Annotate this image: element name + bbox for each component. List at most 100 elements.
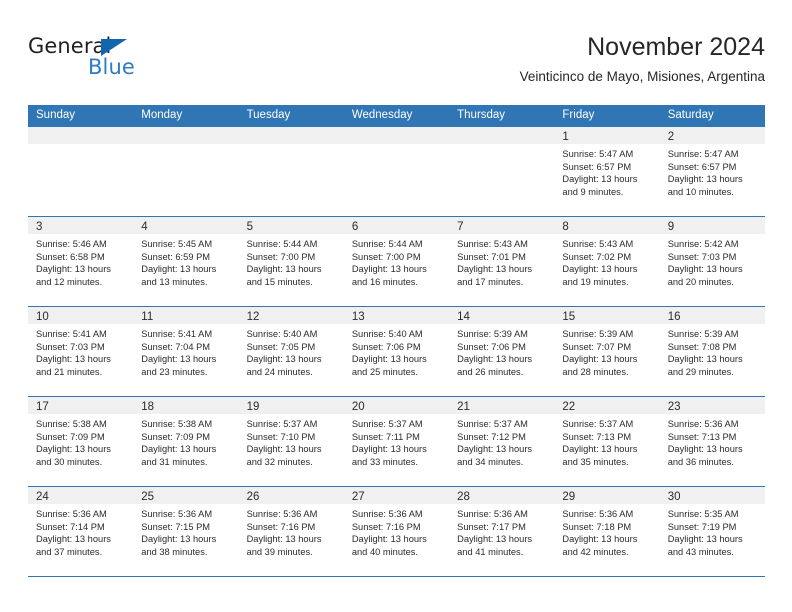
- calendar-day-cell[interactable]: 10 Sunrise: 5:41 AM Sunset: 7:03 PM Dayligh…: [28, 307, 134, 396]
- day-sun-info: Sunrise: 5:47 AM Sunset: 6:57 PM Daylight:…: [660, 144, 765, 198]
- page-header: General Blue November 2024 Veinticinco d…: [28, 30, 765, 98]
- sunset-text: Sunset: 6:59 PM: [141, 251, 211, 262]
- weekday-header-friday: Friday: [562, 109, 595, 121]
- calendar-day-cell[interactable]: 28 Sunrise: 5:36 AM Sunset: 7:17 PM Dayligh…: [449, 487, 555, 576]
- day-number: 11: [141, 311, 154, 323]
- day-number-band: 1: [554, 127, 660, 144]
- calendar-day-cell[interactable]: 7 Sunrise: 5:43 AM Sunset: 7:01 PM Daylight…: [449, 217, 555, 306]
- day-number-band: 9: [659, 217, 765, 234]
- calendar-day-cell[interactable]: 6 Sunrise: 5:44 AM Sunset: 7:00 PM Daylight…: [343, 217, 450, 306]
- calendar-day-cell[interactable]: 30 Sunrise: 5:35 AM Sunset: 7:19 PM Dayligh…: [659, 487, 765, 576]
- calendar-day-cell[interactable]: 24 Sunrise: 5:36 AM Sunset: 7:14 PM Dayligh…: [28, 487, 134, 576]
- sunrise-text: Sunrise: 5:43 AM: [562, 239, 634, 249]
- day-number-band: 27: [343, 487, 450, 504]
- calendar-day-cell-empty: [28, 127, 134, 216]
- daylight-text: Daylight: 13 hours and 34 minutes.: [457, 444, 533, 467]
- day-sun-info: Sunrise: 5:47 AM Sunset: 6:57 PM Daylight:…: [554, 144, 659, 198]
- daylight-text: Daylight: 13 hours and 15 minutes.: [246, 264, 322, 287]
- calendar-day-cell[interactable]: 16 Sunrise: 5:39 AM Sunset: 7:08 PM Dayligh…: [659, 307, 765, 396]
- day-number-band: 6: [343, 217, 450, 234]
- calendar-day-cell[interactable]: 27 Sunrise: 5:36 AM Sunset: 7:16 PM Dayligh…: [343, 487, 450, 576]
- calendar-week-row: 17 Sunrise: 5:38 AM Sunset: 7:09 PM Dayligh…: [28, 396, 765, 486]
- day-number-band: 30: [659, 487, 765, 504]
- day-number: 21: [457, 401, 470, 413]
- daylight-text: Daylight: 13 hours and 26 minutes.: [457, 354, 533, 377]
- calendar-day-cell[interactable]: 1 Sunrise: 5:47 AM Sunset: 6:57 PM Daylight…: [554, 127, 660, 216]
- day-sun-info: Sunrise: 5:39 AM Sunset: 7:08 PM Daylight:…: [660, 324, 765, 378]
- sunrise-text: Sunrise: 5:36 AM: [246, 509, 318, 519]
- calendar-day-cell[interactable]: 18 Sunrise: 5:38 AM Sunset: 7:09 PM Dayligh…: [133, 397, 239, 486]
- day-number-band: 11: [133, 307, 239, 324]
- calendar-day-cell[interactable]: 29 Sunrise: 5:36 AM Sunset: 7:18 PM Dayligh…: [554, 487, 660, 576]
- calendar-day-cell[interactable]: 26 Sunrise: 5:36 AM Sunset: 7:16 PM Dayligh…: [238, 487, 344, 576]
- day-number-band: [449, 127, 555, 144]
- calendar-day-cell[interactable]: 9 Sunrise: 5:42 AM Sunset: 7:03 PM Daylight…: [659, 217, 765, 306]
- sunset-text: Sunset: 6:57 PM: [667, 161, 737, 172]
- calendar-day-cell[interactable]: 8 Sunrise: 5:43 AM Sunset: 7:02 PM Daylight…: [554, 217, 660, 306]
- day-number: 1: [562, 131, 569, 143]
- day-number: 20: [351, 401, 365, 413]
- calendar-day-cell[interactable]: 4 Sunrise: 5:45 AM Sunset: 6:59 PM Daylight…: [133, 217, 239, 306]
- calendar-day-cell[interactable]: 2 Sunrise: 5:47 AM Sunset: 6:57 PM Daylight…: [659, 127, 765, 216]
- calendar-grid: Sunday Monday Tuesday Wednesday Thursday…: [28, 105, 765, 577]
- calendar-day-cell[interactable]: 3 Sunrise: 5:46 AM Sunset: 6:58 PM Daylight…: [28, 217, 134, 306]
- day-number-band: 7: [449, 217, 555, 234]
- day-number: 4: [141, 221, 148, 233]
- day-sun-info: Sunrise: 5:42 AM Sunset: 7:03 PM Daylight:…: [660, 234, 765, 288]
- weekday-header-saturday: Saturday: [667, 109, 714, 121]
- day-number-band: 23: [659, 397, 765, 414]
- sunrise-text: Sunrise: 5:47 AM: [562, 149, 634, 159]
- day-number-band: 14: [449, 307, 555, 324]
- sunrise-text: Sunrise: 5:39 AM: [562, 329, 634, 339]
- day-number-band: 29: [554, 487, 660, 504]
- day-number-band: 3: [28, 217, 134, 234]
- page-subtitle: Veinticinco de Mayo, Misiones, Argentina: [519, 69, 765, 84]
- day-sun-info: Sunrise: 5:44 AM Sunset: 7:00 PM Daylight:…: [239, 234, 344, 288]
- day-number: 27: [351, 491, 365, 503]
- calendar-day-cell[interactable]: 12 Sunrise: 5:40 AM Sunset: 7:05 PM Dayligh…: [238, 307, 344, 396]
- weekday-header-row: Sunday Monday Tuesday Wednesday Thursday…: [28, 105, 765, 126]
- day-sun-info: Sunrise: 5:36 AM Sunset: 7:14 PM Daylight:…: [28, 504, 133, 558]
- calendar-day-cell[interactable]: 17 Sunrise: 5:38 AM Sunset: 7:09 PM Dayligh…: [28, 397, 134, 486]
- daylight-text: Daylight: 13 hours and 35 minutes.: [562, 444, 638, 467]
- sunset-text: Sunset: 7:06 PM: [457, 341, 526, 352]
- calendar-day-cell[interactable]: 19 Sunrise: 5:37 AM Sunset: 7:10 PM Dayligh…: [238, 397, 344, 486]
- day-number: 23: [667, 401, 681, 413]
- day-number-band: 10: [28, 307, 134, 324]
- calendar-day-cell[interactable]: 20 Sunrise: 5:37 AM Sunset: 7:11 PM Dayligh…: [343, 397, 450, 486]
- day-number: 8: [562, 221, 569, 233]
- calendar-day-cell[interactable]: 13 Sunrise: 5:40 AM Sunset: 7:06 PM Dayligh…: [343, 307, 450, 396]
- calendar-day-cell[interactable]: 25 Sunrise: 5:36 AM Sunset: 7:15 PM Dayligh…: [133, 487, 239, 576]
- calendar-day-cell[interactable]: 22 Sunrise: 5:37 AM Sunset: 7:13 PM Dayligh…: [554, 397, 660, 486]
- day-number-band: 21: [449, 397, 555, 414]
- daylight-text: Daylight: 13 hours and 17 minutes.: [457, 264, 533, 287]
- sunrise-text: Sunrise: 5:36 AM: [457, 509, 528, 519]
- sunrise-text: Sunrise: 5:47 AM: [667, 149, 739, 159]
- sunrise-text: Sunrise: 5:45 AM: [141, 239, 213, 249]
- sunrise-text: Sunrise: 5:36 AM: [562, 509, 634, 519]
- day-number: 5: [246, 221, 253, 233]
- calendar-day-cell[interactable]: 14 Sunrise: 5:39 AM Sunset: 7:06 PM Dayligh…: [449, 307, 555, 396]
- day-sun-info: Sunrise: 5:38 AM Sunset: 7:09 PM Daylight:…: [133, 414, 238, 468]
- sunrise-text: Sunrise: 5:44 AM: [246, 239, 318, 249]
- calendar-day-cell[interactable]: 11 Sunrise: 5:41 AM Sunset: 7:04 PM Dayligh…: [133, 307, 239, 396]
- calendar-day-cell[interactable]: 15 Sunrise: 5:39 AM Sunset: 7:07 PM Dayligh…: [554, 307, 660, 396]
- daylight-text: Daylight: 13 hours and 29 minutes.: [667, 354, 743, 377]
- daylight-text: Daylight: 13 hours and 23 minutes.: [141, 354, 217, 377]
- sunrise-text: Sunrise: 5:43 AM: [457, 239, 528, 249]
- day-sun-info: Sunrise: 5:46 AM Sunset: 6:58 PM Daylight:…: [28, 234, 133, 288]
- daylight-text: Daylight: 13 hours and 30 minutes.: [36, 444, 111, 467]
- day-number: 14: [457, 311, 470, 323]
- daylight-text: Daylight: 13 hours and 24 minutes.: [246, 354, 322, 377]
- calendar-day-cell[interactable]: 21 Sunrise: 5:37 AM Sunset: 7:12 PM Dayligh…: [449, 397, 555, 486]
- day-number: 12: [246, 311, 260, 323]
- calendar-week-row: 3 Sunrise: 5:46 AM Sunset: 6:58 PM Daylight…: [28, 216, 765, 306]
- day-number-band: 4: [133, 217, 239, 234]
- day-number: 29: [562, 491, 576, 503]
- day-number: 22: [562, 401, 576, 413]
- calendar-day-cell[interactable]: 23 Sunrise: 5:36 AM Sunset: 7:13 PM Dayligh…: [659, 397, 765, 486]
- daylight-text: Daylight: 13 hours and 13 minutes.: [141, 264, 217, 287]
- daylight-text: Daylight: 13 hours and 38 minutes.: [141, 534, 217, 557]
- general-blue-logo[interactable]: General Blue: [28, 34, 258, 90]
- calendar-day-cell[interactable]: 5 Sunrise: 5:44 AM Sunset: 7:00 PM Daylight…: [238, 217, 344, 306]
